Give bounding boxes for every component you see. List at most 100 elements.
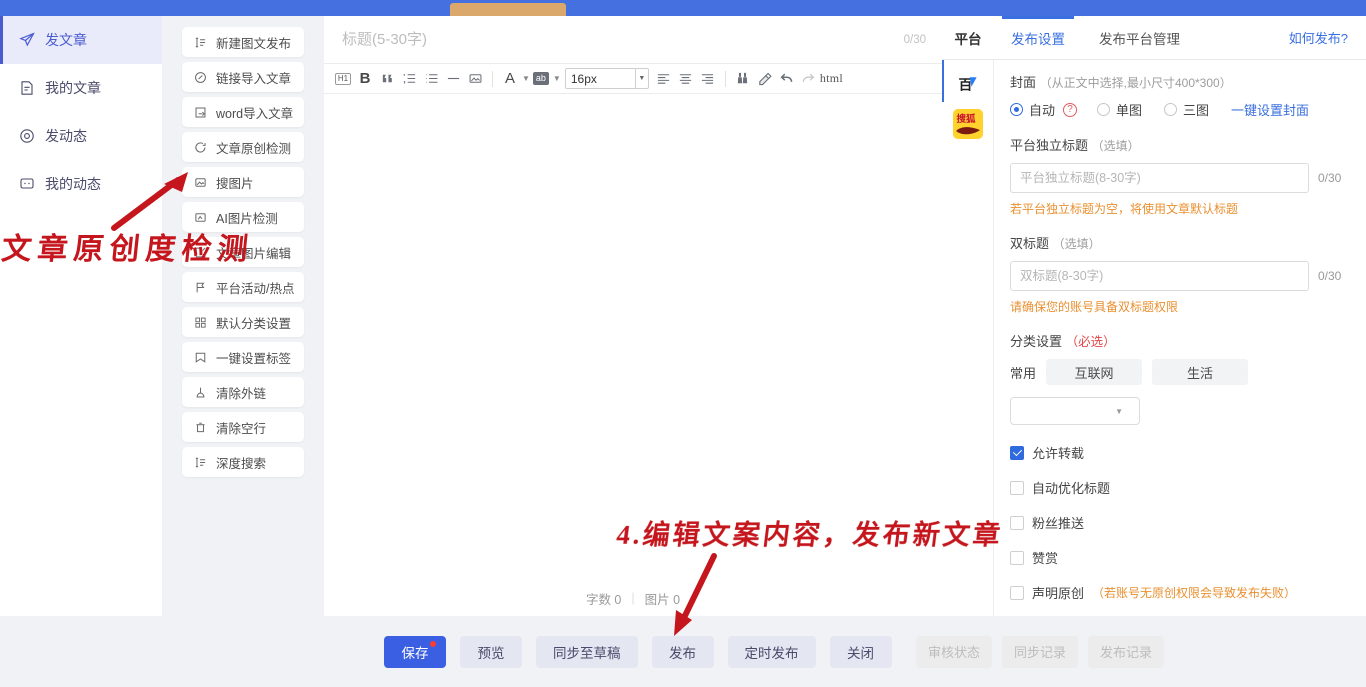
platform-title-count: 0/30 (1318, 171, 1350, 185)
word-count: 字数 0 (586, 589, 621, 608)
cover-option-single[interactable]: 单图 (1097, 100, 1142, 119)
one-click-cover-link[interactable]: 一键设置封面 (1231, 100, 1309, 119)
platform-icon-baidu[interactable]: 百 (953, 70, 983, 100)
help-icon[interactable]: ? (1063, 103, 1077, 117)
sidebar-item-my-moments[interactable]: 我的动态 (0, 160, 162, 208)
dual-title-input[interactable] (1010, 261, 1309, 291)
tab-platform-management[interactable]: 发布平台管理 (1082, 16, 1197, 59)
platform-title-input[interactable] (1010, 163, 1309, 193)
checkbox-reward[interactable]: 赞赏 (1010, 548, 1350, 567)
tool-platform-activity[interactable]: 平台活动/热点 (182, 272, 304, 302)
new-post-icon (193, 35, 207, 49)
tool-search-image[interactable]: 搜图片 (182, 167, 304, 197)
scheduled-publish-button[interactable]: 定时发布 (728, 636, 816, 668)
radio-dot-icon (1164, 103, 1177, 116)
font-color-chevron-down-icon[interactable]: ▼ (522, 74, 530, 83)
sync-records-button[interactable]: 同步记录 (1002, 636, 1078, 668)
tab-publish-settings[interactable]: 发布设置 (994, 16, 1082, 59)
checkbox-label: 允许转载 (1032, 443, 1084, 462)
flag-icon (193, 280, 207, 294)
originality-check-icon (193, 140, 207, 154)
background-color-chevron-down-icon[interactable]: ▼ (553, 74, 561, 83)
sync-to-draft-button[interactable]: 同步至草稿 (536, 636, 638, 668)
horizontal-rule-icon (446, 71, 461, 86)
sidebar-item-my-articles[interactable]: 我的文章 (0, 64, 162, 112)
save-button[interactable]: 保存 (384, 636, 446, 668)
eraser-button[interactable] (754, 68, 776, 90)
align-right-icon (700, 71, 715, 86)
category-select[interactable]: ▼ (1010, 397, 1140, 425)
preview-button[interactable]: 预览 (460, 636, 522, 668)
font-size-select[interactable]: 16px ▼ (565, 68, 649, 89)
checkbox-declare-original[interactable]: 声明原创 （若账号无原创权限会导致发布失败） (1010, 583, 1350, 602)
heading-button[interactable]: H1 (332, 68, 354, 90)
checkbox-icon (1010, 481, 1024, 495)
bold-button[interactable]: B (354, 68, 376, 90)
toolbar-divider (725, 71, 726, 87)
tool-clear-external-links[interactable]: 清除外链 (182, 377, 304, 407)
platform-title-warning: 若平台独立标题为空，将使用文章默认标题 (1010, 200, 1350, 217)
tool-word-import[interactable]: word导入文章 (182, 97, 304, 127)
background-color-button[interactable]: ab (530, 68, 552, 90)
category-common-label: 常用 (1010, 363, 1036, 382)
dual-title-label: 双标题 （选填） (1010, 233, 1350, 252)
tool-label: 默认分类设置 (216, 313, 291, 332)
tool-clear-empty-lines[interactable]: 清除空行 (182, 412, 304, 442)
font-color-button[interactable]: A (499, 68, 521, 90)
bullet-list-icon (424, 71, 439, 86)
send-plane-icon (18, 32, 35, 49)
editor-content-area[interactable] (324, 94, 942, 580)
browser-tab[interactable] (450, 3, 566, 16)
tool-image-edit[interactable]: 文章图片编辑 (182, 237, 304, 267)
ordered-list-button[interactable] (398, 68, 420, 90)
bottom-action-bar: 保存 预览 同步至草稿 发布 定时发布 关闭 审核状态 同步记录 发布记录 (0, 616, 1366, 687)
cover-label-text: 封面 (1010, 75, 1036, 90)
tool-originality-check[interactable]: 文章原创检测 (182, 132, 304, 162)
word-import-icon (193, 105, 207, 119)
insert-image-button[interactable] (464, 68, 486, 90)
undo-button[interactable] (776, 68, 798, 90)
bullet-list-button[interactable] (420, 68, 442, 90)
category-label-text: 分类设置 (1010, 334, 1062, 349)
checkbox-fans-push[interactable]: 粉丝推送 (1010, 513, 1350, 532)
category-chip-internet[interactable]: 互联网 (1046, 359, 1142, 385)
sidebar-item-send-moment[interactable]: 发动态 (0, 112, 162, 160)
platform-icon-sohu[interactable]: 搜狐 (953, 109, 983, 139)
review-status-button[interactable]: 审核状态 (916, 636, 992, 668)
publish-records-button[interactable]: 发布记录 (1088, 636, 1164, 668)
checkbox-label: 声明原创 (1032, 583, 1084, 602)
align-center-button[interactable] (675, 68, 697, 90)
dual-title-row: 0/30 (1010, 261, 1350, 291)
tool-one-click-tags[interactable]: 一键设置标签 (182, 342, 304, 372)
how-to-publish-link[interactable]: 如何发布? (1289, 16, 1366, 59)
tool-label: 链接导入文章 (216, 68, 291, 87)
html-source-button[interactable]: html (820, 68, 843, 90)
chevron-down-icon: ▼ (1115, 407, 1123, 416)
tool-deep-search[interactable]: 深度搜索 (182, 447, 304, 477)
tool-panel: 新建图文发布 链接导入文章 word导入文章 文章原创检测 搜图片 (162, 16, 324, 616)
redo-button[interactable] (798, 68, 820, 90)
sidebar-item-send-article[interactable]: 发文章 (0, 16, 162, 64)
publish-button[interactable]: 发布 (652, 636, 714, 668)
horizontal-rule-button[interactable] (442, 68, 464, 90)
category-chip-life[interactable]: 生活 (1152, 359, 1248, 385)
article-title-input[interactable] (342, 31, 896, 48)
cover-option-triple[interactable]: 三图 (1164, 100, 1209, 119)
checkbox-allow-repost[interactable]: 允许转载 (1010, 443, 1350, 462)
cover-option-auto[interactable]: 自动 (1010, 100, 1055, 119)
category-chips-row: 常用 互联网 生活 (1010, 359, 1350, 385)
checkbox-auto-optimize-title[interactable]: 自动优化标题 (1010, 478, 1350, 497)
close-button[interactable]: 关闭 (830, 636, 892, 668)
tool-link-import[interactable]: 链接导入文章 (182, 62, 304, 92)
tool-default-category[interactable]: 默认分类设置 (182, 307, 304, 337)
sidebar-item-label: 我的动态 (45, 174, 101, 194)
align-left-button[interactable] (653, 68, 675, 90)
align-right-button[interactable] (697, 68, 719, 90)
tool-ai-image-check[interactable]: AI图片检测 (182, 202, 304, 232)
deep-search-icon (193, 455, 207, 469)
tool-new-post[interactable]: 新建图文发布 (182, 27, 304, 57)
left-sidebar: 发文章 我的文章 发动态 我的动态 (0, 16, 162, 616)
find-button[interactable] (732, 68, 754, 90)
quote-button[interactable] (376, 68, 398, 90)
platform-column-header: 平台 (942, 16, 994, 59)
